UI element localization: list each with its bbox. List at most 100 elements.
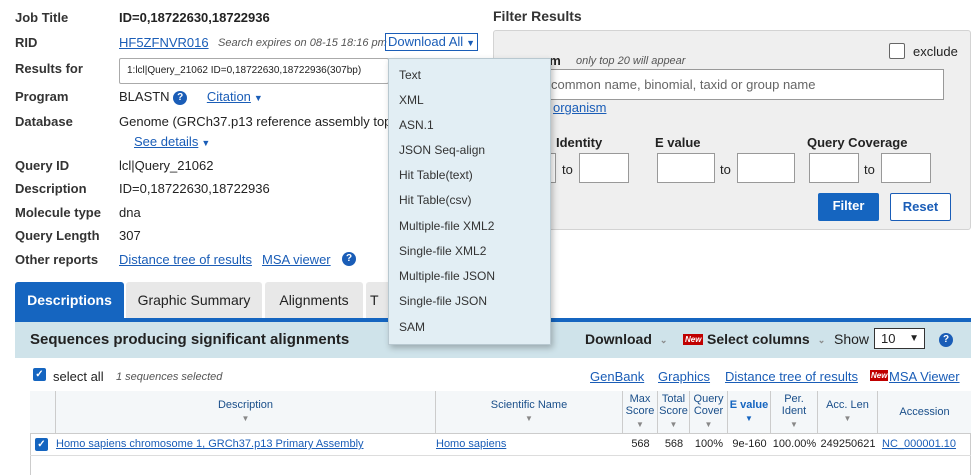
to-label: to [720,162,731,177]
col-description[interactable]: Description ▼ [56,391,436,433]
col-per-ident[interactable]: Per. Ident ▼ [771,391,818,433]
filter-button[interactable]: Filter [818,193,879,221]
tab-alignments[interactable]: Alignments [265,282,363,318]
organism-input[interactable]: common name, binomial, taxid or group na… [542,69,944,100]
graphics-link[interactable]: Graphics [658,369,710,384]
msa-viewer-link[interactable]: MSA viewer [262,252,331,267]
program-label: Program [15,89,69,104]
download-all-button[interactable]: Download All ▼ [385,33,479,51]
row-total-score: 568 [664,438,684,450]
show-label: Show [834,331,870,347]
download-all-label: Download All [388,34,464,49]
description-value: ID=0,18722630,18722936 [119,181,270,196]
row-description-link[interactable]: Homo sapiens chromosome 1, GRCh37.p13 Pr… [56,436,364,452]
menu-item-asn1[interactable]: ASN.1 [399,118,434,132]
molecule-type-label: Molecule type [15,205,101,220]
identity-label: Identity [556,135,603,150]
filter-panel: sm only top 20 will appear exclude commo… [493,30,971,230]
msa-viewer-link[interactable]: MSA Viewer [889,369,960,384]
row-checkbox[interactable]: ✓ [35,438,48,451]
show-count-select[interactable]: 10 ▼ [874,328,925,349]
col-accession-label: Accession [899,406,950,418]
query-id-value: lcl|Query_21062 [119,158,214,173]
coverage-to-input[interactable] [881,153,931,183]
identity-to-input[interactable] [579,153,629,183]
menu-item-multiple-file-json[interactable]: Multiple-file JSON [399,269,495,283]
col-total-score-label: Total Score [659,393,688,417]
menu-item-single-file-xml2[interactable]: Single-file XML2 [399,244,486,258]
sort-icon: ▼ [745,414,753,423]
sort-icon: ▼ [525,414,533,423]
chevron-down-icon: ▼ [909,333,919,344]
col-query-cover[interactable]: Query Cover ▼ [690,391,728,433]
menu-item-sam[interactable]: SAM [399,320,425,334]
filter-title: Filter Results [493,8,582,24]
select-all-checkbox[interactable]: ✓ [33,368,46,381]
rid-link[interactable]: HF5ZFNVR016 [119,35,209,50]
menu-item-text[interactable]: Text [399,68,421,82]
database-label: Database [15,114,73,129]
download-dropdown[interactable]: Download ⌄ [585,331,667,347]
exclude-checkbox[interactable] [889,43,905,59]
tab-graphic-summary[interactable]: Graphic Summary [126,282,262,318]
coverage-from-input[interactable] [809,153,859,183]
menu-item-hit-table-text[interactable]: Hit Table(text) [399,168,473,182]
help-icon[interactable]: ? [939,333,953,347]
distance-tree-link[interactable]: Distance tree of results [725,369,858,384]
organism-hint: only top 20 will appear [576,55,686,67]
query-length-value: 307 [119,228,141,243]
select-columns-dropdown[interactable]: Select columns ⌄ [707,331,825,347]
col-e-value[interactable]: E value ▼ [728,391,771,433]
exclude-label: exclude [913,44,958,59]
other-reports-label: Other reports [15,252,99,267]
checkbox-column-header [30,391,56,433]
select-all-label: select all [53,369,104,384]
help-icon[interactable]: ? [173,90,188,105]
row-acc-len: 249250621 [820,438,876,450]
col-per-ident-label: Per. Ident [781,393,807,417]
query-id-label: Query ID [15,158,70,173]
sort-icon: ▼ [636,420,644,429]
row-max-score: 568 [631,438,650,450]
row-scientific-name-link[interactable]: Homo sapiens [436,436,506,452]
tab-descriptions[interactable]: Descriptions [15,282,124,318]
help-icon[interactable]: ? [342,252,356,266]
col-accession[interactable]: Accession [878,391,971,433]
col-description-label: Description [217,399,274,411]
database-value: Genome (GRCh37.p13 reference assembly to… [119,114,392,129]
col-scientific-name[interactable]: Scientific Name ▼ [436,391,623,433]
distance-tree-link[interactable]: Distance tree of results [119,252,252,267]
row-accession-link[interactable]: NC_000001.10 [882,436,956,452]
col-e-value-label: E value [729,399,769,411]
job-title-value: ID=0,18722630,18722936 [119,10,270,25]
program-value: BLASTN [119,89,170,104]
menu-item-xml[interactable]: XML [399,93,424,107]
col-max-score[interactable]: Max Score ▼ [623,391,658,433]
genbank-link[interactable]: GenBank [590,369,644,384]
row-per-ident: 100.00% [772,438,817,450]
reset-button[interactable]: Reset [890,193,951,221]
row-query-cover: 100% [694,438,724,450]
results-for-select[interactable]: 1:lcl|Query_21062 ID=0,18722630,18722936… [119,58,389,84]
col-scientific-name-label: Scientific Name [490,399,568,411]
col-acc-len[interactable]: Acc. Len ▼ [818,391,878,433]
evalue-from-input[interactable] [657,153,715,183]
col-max-score-label: Max Score [625,393,655,417]
menu-item-single-file-json[interactable]: Single-file JSON [399,294,487,308]
download-label: Download [585,331,652,347]
col-total-score[interactable]: Total Score ▼ [658,391,690,433]
row-divider [30,455,971,456]
menu-item-json-seq-align[interactable]: JSON Seq-align [399,143,485,157]
chevron-down-icon: ▼ [201,137,211,148]
rid-label: RID [15,35,38,50]
chevron-down-icon: ⌄ [817,334,826,345]
see-details-link[interactable]: See details ▼ [134,134,210,149]
citation-link[interactable]: Citation ▼ [207,89,263,104]
chevron-down-icon: ▼ [253,92,263,103]
menu-item-hit-table-csv[interactable]: Hit Table(csv) [399,193,471,207]
selected-count: 1 sequences selected [116,371,223,383]
menu-item-multiple-file-xml2[interactable]: Multiple-file XML2 [399,219,494,233]
evalue-to-input[interactable] [737,153,795,183]
new-badge: New [870,370,889,381]
add-organism-link[interactable]: organism [553,100,606,115]
